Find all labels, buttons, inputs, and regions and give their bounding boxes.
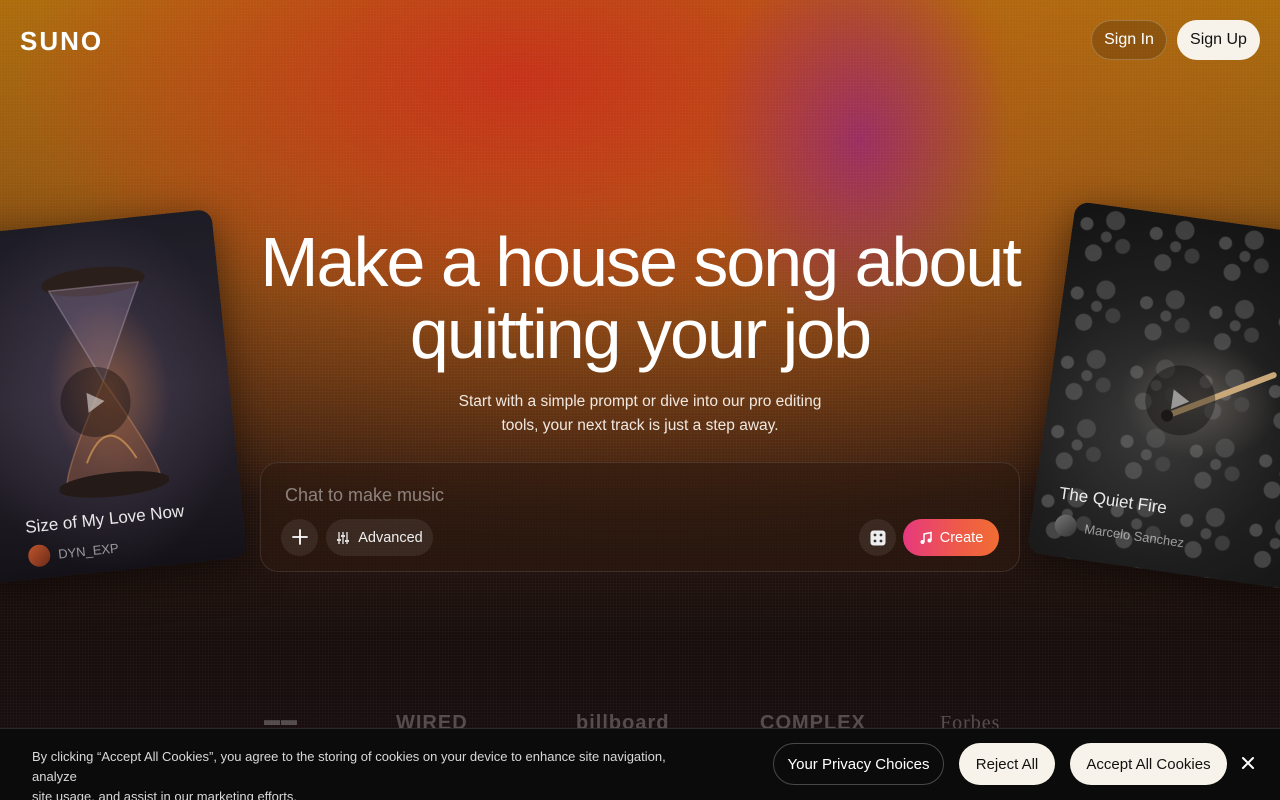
create-label: Create <box>939 529 984 546</box>
close-icon <box>1242 757 1254 769</box>
music-note-icon <box>920 531 932 544</box>
hero-title: Make a house song about quitting your jo… <box>140 226 1140 370</box>
sign-in-button[interactable]: Sign In <box>1091 20 1167 60</box>
sign-up-button[interactable]: Sign Up <box>1177 20 1260 60</box>
chat-input[interactable] <box>285 481 885 509</box>
privacy-choices-button[interactable]: Your Privacy Choices <box>773 743 944 785</box>
create-button[interactable]: Create <box>903 519 999 556</box>
random-prompt-button[interactable] <box>859 519 896 556</box>
song-artist: DYN_EXP <box>27 536 120 568</box>
hero-subtitle-line2: tools, your next track is just a step aw… <box>501 417 779 434</box>
close-cookie-banner-button[interactable] <box>1236 751 1260 775</box>
hero-subtitle: Start with a simple prompt or dive into … <box>440 390 840 438</box>
advanced-label: Advanced <box>358 529 423 546</box>
suno-logo[interactable]: SUNO <box>20 26 103 57</box>
advanced-button[interactable]: Advanced <box>326 519 433 556</box>
cookie-text-line1: By clicking “Accept All Cookies”, you ag… <box>32 749 666 784</box>
accept-all-cookies-button[interactable]: Accept All Cookies <box>1070 743 1227 785</box>
hero-title-line1: Make a house song about <box>260 223 1022 301</box>
play-icon <box>1170 389 1190 410</box>
plus-icon <box>291 529 308 545</box>
artist-avatar <box>27 543 52 568</box>
artist-name: DYN_EXP <box>57 539 120 562</box>
hero-title-line2: quitting your job <box>409 295 872 373</box>
music-composer: Advanced Create <box>260 462 1020 572</box>
add-button[interactable] <box>281 519 318 556</box>
cookie-text: By clicking “Accept All Cookies”, you ag… <box>32 747 702 800</box>
song-title: Size of My Love Now <box>24 501 186 537</box>
sliders-icon <box>337 531 350 544</box>
cookie-text-line2: site usage, and assist in our marketing … <box>32 789 297 800</box>
dice-icon <box>870 530 885 545</box>
artist-avatar <box>1053 513 1079 539</box>
hero-subtitle-line1: Start with a simple prompt or dive into … <box>458 393 822 410</box>
cookie-banner: By clicking “Accept All Cookies”, you ag… <box>0 728 1280 800</box>
play-icon <box>86 392 105 413</box>
reject-all-button[interactable]: Reject All <box>959 743 1055 785</box>
